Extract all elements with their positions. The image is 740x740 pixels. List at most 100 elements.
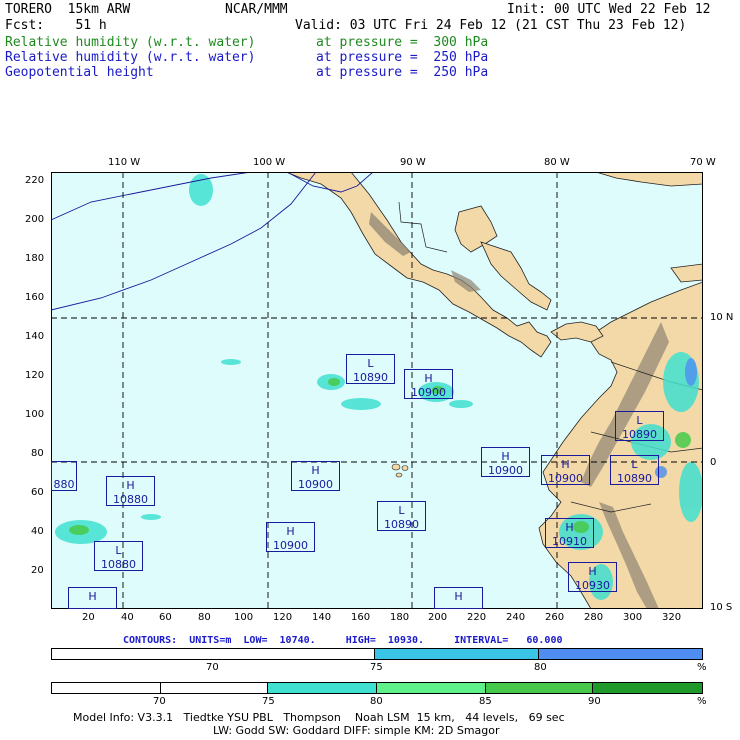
y-tick-label: 80 (31, 448, 44, 459)
marker-value: 10890 (353, 371, 388, 384)
y-tick-label: 180 (25, 253, 45, 264)
low-pressure-marker: L 10880 (94, 541, 143, 571)
marker-type: L (636, 414, 643, 427)
high-pressure-marker: H 10900 (541, 455, 590, 485)
high-pressure-marker: H 10880 (106, 476, 155, 506)
x-tick-label: 200 (428, 612, 448, 623)
island-galapagos (395, 472, 403, 478)
weather-map (51, 172, 703, 609)
y-tick-label: 160 (25, 292, 45, 303)
marker-value: 10900 (298, 478, 333, 491)
marker-value: 10910 (552, 535, 587, 548)
marker-value: 10880 (101, 558, 136, 571)
colorbar-rh-300 (51, 682, 703, 694)
lat-label: 10 N (710, 312, 734, 323)
marker-type: L (631, 458, 638, 471)
x-tick-label: 220 (467, 612, 487, 623)
colorbar-label: % (697, 696, 707, 707)
organization: NCAR/MMM (225, 2, 288, 17)
x-tick-label: 120 (273, 612, 293, 623)
marker-value: 10900 (548, 472, 583, 485)
high-pressure-marker: H 10900 (291, 461, 340, 491)
model-info: Model Info: V3.3.1 Tiedtke YSU PBL Thomp… (73, 711, 565, 724)
colorbar-segment (538, 649, 702, 659)
contours-info: CONTOURS: UNITS=m LOW= 10740. HIGH= 1093… (123, 635, 563, 646)
model-physics: LW: Godd SW: Goddard DIFF: simple KM: 2D… (213, 724, 500, 737)
lon-label: 90 W (400, 157, 426, 168)
marker-value: 10880 (113, 493, 148, 506)
model-title: TORERO 15km ARW (5, 2, 131, 17)
low-pressure-marker: L 10890 (377, 501, 426, 531)
field-geopotential-level: at pressure = 250 hPa (316, 65, 489, 80)
colorbar-label: 90 (588, 696, 601, 707)
high-pressure-marker: H 10930 (568, 562, 617, 592)
x-tick-label: 180 (390, 612, 410, 623)
colorbar-label: 75 (370, 662, 383, 673)
colorbar-label: 85 (479, 696, 492, 707)
colorbar-segment (485, 683, 594, 693)
x-tick-label: 260 (545, 612, 565, 623)
marker-type: L (115, 544, 122, 557)
y-tick-label: 220 (25, 175, 45, 186)
x-tick-label: 80 (198, 612, 211, 623)
y-tick-label: 100 (25, 409, 45, 420)
colorbar-segment (593, 683, 703, 693)
x-tick-label: 140 (312, 612, 332, 623)
y-tick-label: 60 (31, 487, 44, 498)
field-rh-250: Relative humidity (w.r.t. water) (5, 50, 256, 65)
colorbar-segment (375, 649, 539, 659)
colorbar-segment (52, 683, 161, 693)
high-pressure-marker: H 10900 (266, 522, 315, 552)
x-tick-label: 60 (159, 612, 172, 623)
marker-type: H (311, 464, 320, 477)
colorbar-rh-250 (51, 648, 703, 660)
x-tick-label: 40 (121, 612, 134, 623)
marker-type: H (424, 372, 433, 385)
marker-type: L (367, 357, 374, 370)
marker-value: 10890 (617, 472, 652, 485)
high-pressure-marker: H 10910 (545, 518, 594, 548)
y-tick-label: 120 (25, 370, 45, 381)
high-pressure-marker: H 10900 (481, 447, 530, 477)
field-rh-300-level: at pressure = 300 hPa (316, 35, 489, 50)
low-pressure-marker: L 10890 (610, 455, 659, 485)
x-tick-label: 300 (623, 612, 643, 623)
lon-label: 110 W (108, 157, 141, 168)
low-pressure-marker: L 10890 (346, 354, 395, 384)
marker-value: 10930 (575, 579, 610, 592)
colorbar-label: % (697, 662, 707, 673)
marker-value: 10900 (488, 464, 523, 477)
colorbar-label: 70 (153, 696, 166, 707)
colorbar-label: 80 (534, 662, 547, 673)
marker-type: H (561, 458, 570, 471)
marker-value: 880 (53, 478, 75, 491)
x-tick-label: 160 (351, 612, 371, 623)
pressure-marker-partial: 880 (51, 461, 77, 491)
init-time: Init: 00 UTC Wed 22 Feb 12 (507, 2, 711, 17)
marker-type: H (126, 479, 135, 492)
valid-time: Valid: 03 UTC Fri 24 Feb 12 (21 CST Thu … (295, 18, 687, 33)
colorbar-segment (268, 683, 378, 693)
colorbar-segment (377, 683, 486, 693)
marker-type: H (286, 525, 295, 538)
lon-label: 100 W (253, 157, 286, 168)
colorbar-segment (160, 683, 269, 693)
forecast-hour: Fcst: 51 h (5, 18, 107, 33)
marker-type: H (88, 590, 97, 603)
marker-value: 10900 (411, 386, 446, 399)
high-pressure-marker: H (68, 587, 117, 609)
marker-type: L (398, 504, 405, 517)
marker-value: 10890 (622, 428, 657, 441)
lat-label: 10 S (710, 602, 733, 613)
colorbar-label: 80 (370, 696, 383, 707)
low-pressure-marker: L 10890 (615, 411, 664, 441)
lat-label: 0 (710, 457, 717, 468)
x-tick-label: 320 (662, 612, 682, 623)
y-tick-label: 20 (31, 565, 44, 576)
x-tick-label: 280 (584, 612, 604, 623)
high-pressure-marker: H (434, 587, 483, 609)
y-tick-label: 200 (25, 214, 45, 225)
island-galapagos (391, 463, 401, 471)
x-tick-label: 240 (506, 612, 526, 623)
marker-type: H (501, 450, 510, 463)
